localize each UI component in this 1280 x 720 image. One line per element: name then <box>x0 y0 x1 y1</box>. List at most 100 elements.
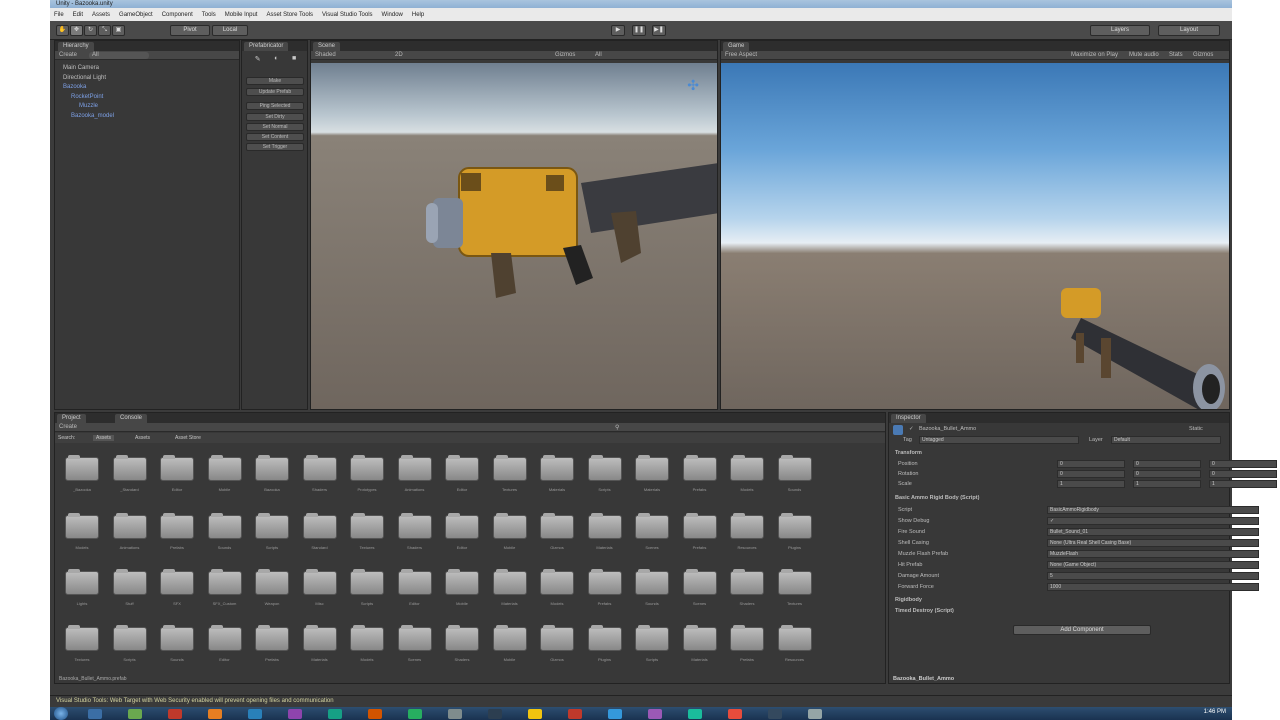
folder-icon[interactable] <box>730 569 764 595</box>
prefab-button[interactable]: Ping Selected <box>246 102 304 110</box>
taskbar-app-icon[interactable] <box>768 709 782 719</box>
static-toggle[interactable]: Static <box>1189 426 1203 432</box>
folder-icon[interactable] <box>302 513 337 539</box>
scene-gizmo-icon[interactable]: ✣ <box>687 77 699 94</box>
taskbar-app-icon[interactable] <box>328 709 342 719</box>
layer-dropdown[interactable]: Default <box>1111 436 1221 444</box>
hierarchy-search-input[interactable]: All <box>89 52 149 59</box>
folder-icon[interactable] <box>635 455 669 481</box>
folder-icon[interactable] <box>397 455 432 481</box>
pause-button[interactable]: ❚❚ <box>632 25 646 36</box>
menu-visual-studio-tools[interactable]: Visual Studio Tools <box>322 12 372 18</box>
field-value[interactable]: BasicAmmoRigidbody <box>1047 506 1259 514</box>
prefab-button[interactable]: Set Normal <box>246 123 304 131</box>
folder-icon[interactable] <box>112 625 147 651</box>
taskbar-app-icon[interactable] <box>208 709 222 719</box>
folder-icon[interactable] <box>587 625 622 651</box>
start-button-icon[interactable] <box>54 707 68 720</box>
rect-tool-button[interactable]: ▣ <box>112 25 125 36</box>
game-option[interactable]: Gizmos <box>1193 52 1213 58</box>
folder-icon[interactable] <box>302 625 337 651</box>
folder-icon[interactable] <box>350 513 384 539</box>
taskbar-app-icon[interactable] <box>728 709 742 719</box>
folder-icon[interactable] <box>207 625 242 651</box>
folder-icon[interactable] <box>207 569 242 595</box>
folder-icon[interactable] <box>112 569 147 595</box>
rigidbody-header[interactable]: Rigidbody <box>895 597 922 603</box>
field-value[interactable]: 1000 <box>1047 583 1259 591</box>
menu-asset-store-tools[interactable]: Asset Store Tools <box>266 12 313 18</box>
menu-gameobject[interactable]: GameObject <box>119 12 153 18</box>
game-option[interactable]: Maximize on Play <box>1071 52 1118 58</box>
folder-icon[interactable] <box>397 569 432 595</box>
folder-icon[interactable] <box>65 625 99 651</box>
menu-edit[interactable]: Edit <box>73 12 83 18</box>
folder-icon[interactable] <box>682 569 717 595</box>
transform-z-field[interactable]: 1 <box>1209 480 1277 488</box>
hierarchy-item[interactable]: Bazooka <box>63 84 86 90</box>
folder-icon[interactable] <box>445 625 479 651</box>
folder-icon[interactable] <box>160 455 194 481</box>
aspect-dropdown[interactable]: Free Aspect <box>725 52 757 58</box>
folder-icon[interactable] <box>65 569 99 595</box>
transform-x-field[interactable]: 0 <box>1057 470 1125 478</box>
folder-icon[interactable] <box>777 455 812 481</box>
play-button[interactable]: ▶ <box>611 25 625 36</box>
field-value[interactable]: MuzzleFlash <box>1047 550 1259 558</box>
taskbar-app-icon[interactable] <box>608 709 622 719</box>
tab-inspector[interactable]: Inspector <box>891 414 926 423</box>
game-option[interactable]: Stats <box>1169 52 1183 58</box>
taskbar-app-icon[interactable] <box>368 709 382 719</box>
local-button[interactable]: Local <box>212 25 248 36</box>
folder-icon[interactable] <box>350 455 384 481</box>
folder-icon[interactable] <box>255 455 289 481</box>
folder-icon[interactable] <box>540 455 574 481</box>
rotate-tool-button[interactable]: ↻ <box>84 25 97 36</box>
field-value[interactable]: None (Ultra Real Shell Casing Base) <box>1047 539 1259 547</box>
project-filter[interactable]: Assets <box>93 435 115 441</box>
tab-game[interactable]: Game <box>723 42 750 51</box>
folder-icon[interactable] <box>682 455 717 481</box>
hierarchy-item[interactable]: Muzzle <box>79 103 98 109</box>
menu-help[interactable]: Help <box>412 12 424 18</box>
scale-tool-button[interactable]: ⤡ <box>98 25 111 36</box>
active-checkbox[interactable]: ✓ <box>909 426 914 432</box>
folder-icon[interactable] <box>635 513 669 539</box>
tab-scene[interactable]: Scene <box>313 42 341 51</box>
taskbar-app-icon[interactable] <box>808 709 822 719</box>
folder-icon[interactable] <box>635 625 669 651</box>
step-button[interactable]: ▶❚ <box>652 25 666 36</box>
project-create-button[interactable]: Create <box>59 424 77 430</box>
field-value[interactable]: None (Game Object) <box>1047 561 1259 569</box>
layers-dropdown[interactable]: Layers <box>1090 25 1150 36</box>
transform-y-field[interactable]: 1 <box>1133 480 1201 488</box>
folder-icon[interactable] <box>397 625 432 651</box>
folder-icon[interactable] <box>730 625 764 651</box>
folder-icon[interactable] <box>492 513 527 539</box>
prefab-button[interactable]: Set Dirty <box>246 113 304 121</box>
taskbar-app-icon[interactable] <box>88 709 102 719</box>
prefab-button[interactable]: Set Trigger <box>246 143 304 151</box>
component-header[interactable]: Basic Ammo Rigid Body (Script) <box>895 495 979 501</box>
folder-icon[interactable] <box>730 513 764 539</box>
prefab-button[interactable]: Make <box>246 77 304 85</box>
taskbar-app-icon[interactable] <box>128 709 142 719</box>
folder-icon[interactable] <box>540 513 574 539</box>
project-search-input[interactable]: ⚲ <box>615 424 619 431</box>
taskbar-app-icon[interactable] <box>168 709 182 719</box>
tag-dropdown[interactable]: Untagged <box>919 436 1079 444</box>
menu-assets[interactable]: Assets <box>92 12 110 18</box>
folder-icon[interactable] <box>540 625 574 651</box>
taskbar-app-icon[interactable] <box>488 709 502 719</box>
folder-icon[interactable] <box>160 569 194 595</box>
folder-icon[interactable] <box>160 513 194 539</box>
folder-icon[interactable] <box>445 569 479 595</box>
taskbar-app-icon[interactable] <box>568 709 582 719</box>
object-name-field[interactable]: Bazooka_Bullet_Ammo <box>919 426 976 432</box>
menu-mobile-input[interactable]: Mobile Input <box>225 12 258 18</box>
add-component-button[interactable]: Add Component <box>1013 625 1151 635</box>
prefab-button[interactable]: Update Prefab <box>246 88 304 96</box>
folder-icon[interactable] <box>255 625 289 651</box>
menu-tools[interactable]: Tools <box>202 12 216 18</box>
folder-icon[interactable] <box>65 455 99 481</box>
